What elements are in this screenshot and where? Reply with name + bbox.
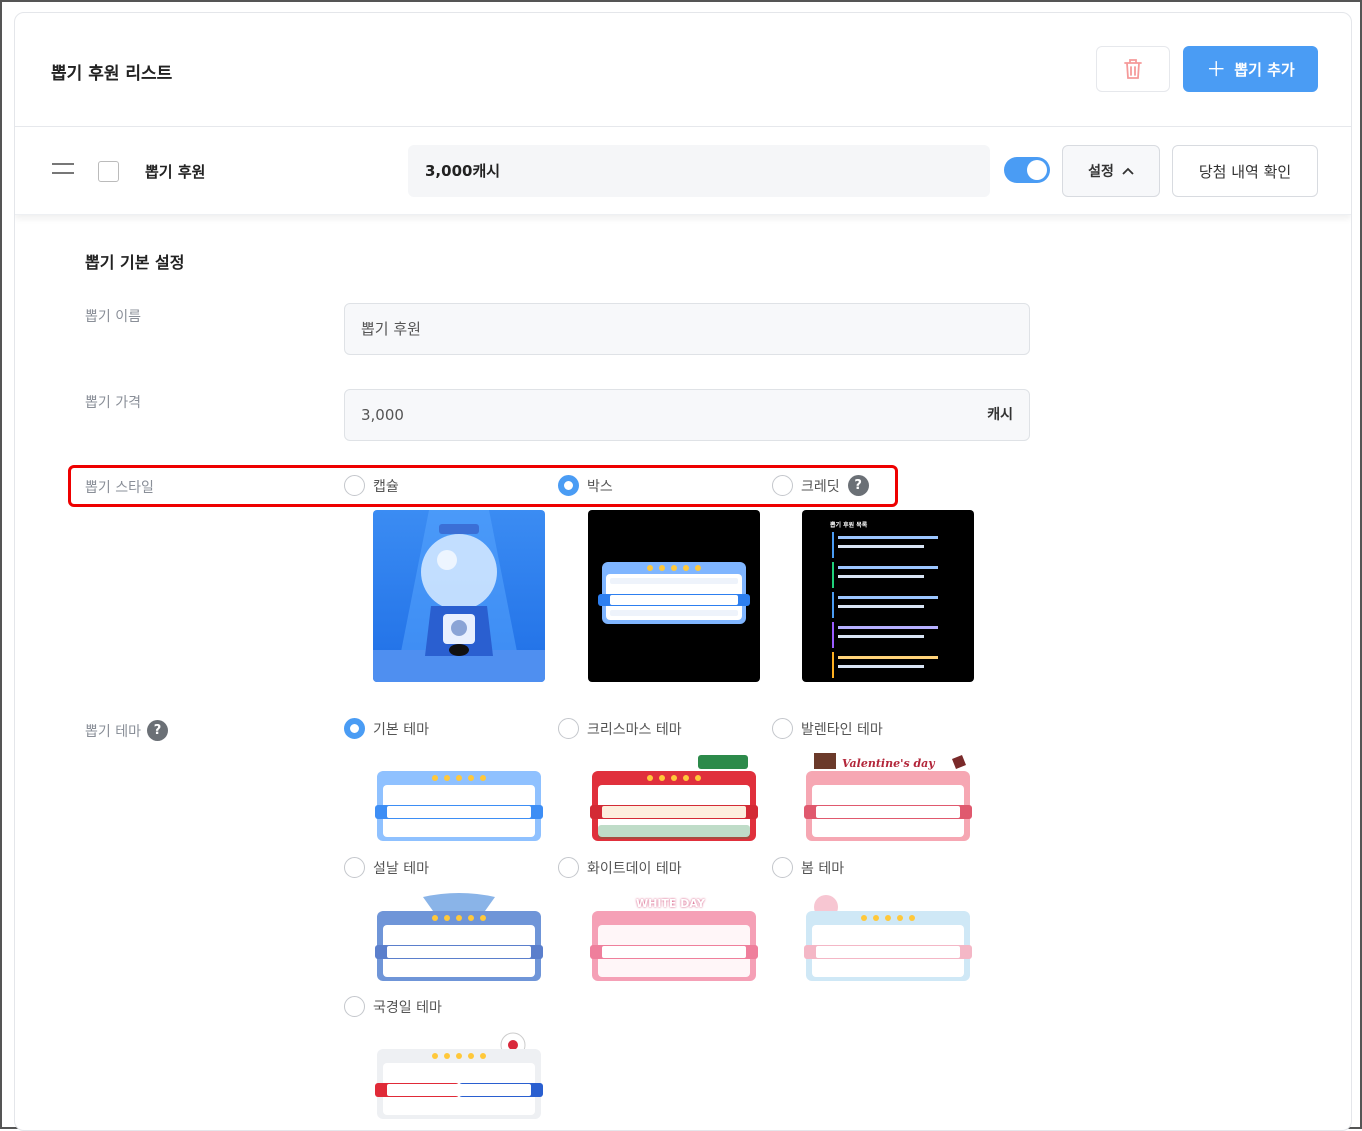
name-input[interactable]: 뽑기 후원 xyxy=(344,303,1030,355)
style-radio-box[interactable]: 박스 xyxy=(558,475,613,496)
theme-preview-christmas xyxy=(588,753,760,849)
page-title: 뽑기 후원 리스트 xyxy=(51,64,173,84)
theme-option-label: 발렌타인 테마 xyxy=(801,721,883,738)
name-label: 뽑기 이름 xyxy=(85,309,141,325)
price-value: 3,000 xyxy=(361,406,404,424)
drag-handle-icon[interactable] xyxy=(52,163,74,177)
theme-preview-national xyxy=(373,1031,545,1127)
style-option-label: 크레딧 xyxy=(801,478,840,495)
chevron-up-icon xyxy=(1122,167,1134,175)
radio-dot xyxy=(772,718,793,739)
list-header: 뽑기 후원 리스트 ＋ 뽑기 추가 xyxy=(15,13,1351,127)
plus-icon: ＋ xyxy=(1206,57,1227,81)
theme-preview-valentine: Valentine's day xyxy=(802,753,974,849)
theme-option-label: 국경일 테마 xyxy=(373,999,442,1016)
trash-icon xyxy=(1124,59,1142,79)
theme-preview-whiteday: WHITE DAY xyxy=(588,893,760,989)
theme-option-label: 설날 테마 xyxy=(373,860,429,877)
setting-label: 설정 xyxy=(1088,164,1114,180)
radio-dot-selected xyxy=(558,475,579,496)
gacha-list-card: 뽑기 후원 리스트 ＋ 뽑기 추가 뽑기 후원 3,000캐시 설정 당첨 내역… xyxy=(14,12,1352,1131)
theme-radio-whiteday[interactable]: 화이트데이 테마 xyxy=(558,857,682,878)
whiteday-text: WHITE DAY xyxy=(636,897,705,910)
delete-button[interactable] xyxy=(1096,46,1170,92)
row-name: 뽑기 후원 xyxy=(145,163,206,181)
valentine-text: Valentine's day xyxy=(842,757,935,770)
style-radio-credit[interactable]: 크레딧 ? xyxy=(772,475,869,496)
theme-radio-newyear[interactable]: 설날 테마 xyxy=(344,857,429,878)
style-option-label: 캡슐 xyxy=(373,478,399,495)
window-frame: 뽑기 후원 리스트 ＋ 뽑기 추가 뽑기 후원 3,000캐시 설정 당첨 내역… xyxy=(0,0,1362,1131)
theme-label: 뽑기 테마 ? xyxy=(85,720,168,741)
theme-preview-basic xyxy=(373,753,545,849)
theme-label-text: 뽑기 테마 xyxy=(85,723,141,740)
style-option-label: 박스 xyxy=(587,478,613,495)
setting-button[interactable]: 설정 xyxy=(1062,145,1160,197)
theme-option-label: 화이트데이 테마 xyxy=(587,860,682,877)
price-unit: 캐시 xyxy=(987,407,1013,423)
style-radio-capsule[interactable]: 캡슐 xyxy=(344,475,399,496)
radio-dot-selected xyxy=(344,718,365,739)
add-gacha-label: 뽑기 추가 xyxy=(1234,60,1295,79)
history-button[interactable]: 당첨 내역 확인 xyxy=(1172,145,1318,197)
theme-preview-spring xyxy=(802,893,974,989)
add-gacha-button[interactable]: ＋ 뽑기 추가 xyxy=(1183,46,1318,92)
price-label: 뽑기 가격 xyxy=(85,395,141,411)
section-title: 뽑기 기본 설정 xyxy=(85,253,185,272)
name-value: 뽑기 후원 xyxy=(361,320,421,338)
gacha-row: 뽑기 후원 3,000캐시 설정 당첨 내역 확인 xyxy=(15,127,1351,215)
help-icon[interactable]: ? xyxy=(146,720,168,741)
style-label: 뽑기 스타일 xyxy=(85,480,154,496)
row-checkbox[interactable] xyxy=(98,161,119,182)
theme-radio-valentine[interactable]: 발렌타인 테마 xyxy=(772,718,883,739)
theme-radio-spring[interactable]: 봄 테마 xyxy=(772,857,844,878)
help-icon[interactable]: ? xyxy=(847,475,869,496)
radio-dot xyxy=(344,996,365,1017)
theme-radio-basic[interactable]: 기본 테마 xyxy=(344,718,429,739)
row-price: 3,000캐시 xyxy=(408,145,990,197)
theme-radio-national[interactable]: 국경일 테마 xyxy=(344,996,442,1017)
radio-dot xyxy=(558,857,579,878)
price-input[interactable]: 3,000 캐시 xyxy=(344,389,1030,441)
radio-dot xyxy=(558,718,579,739)
radio-dot xyxy=(772,475,793,496)
radio-dot xyxy=(344,475,365,496)
radio-dot xyxy=(772,857,793,878)
credit-preview-title: 뽑기 후원 목록 xyxy=(830,522,868,529)
box-preview-image xyxy=(588,510,760,682)
theme-option-label: 봄 테마 xyxy=(801,860,845,877)
radio-dot xyxy=(344,857,365,878)
theme-option-label: 기본 테마 xyxy=(373,721,429,738)
capsule-preview-image xyxy=(373,510,545,682)
enable-toggle[interactable] xyxy=(1004,157,1050,183)
theme-option-label: 크리스마스 테마 xyxy=(587,721,682,738)
theme-preview-newyear xyxy=(373,893,545,989)
credit-preview-image: 뽑기 후원 목록 xyxy=(802,510,974,682)
theme-radio-christmas[interactable]: 크리스마스 테마 xyxy=(558,718,682,739)
